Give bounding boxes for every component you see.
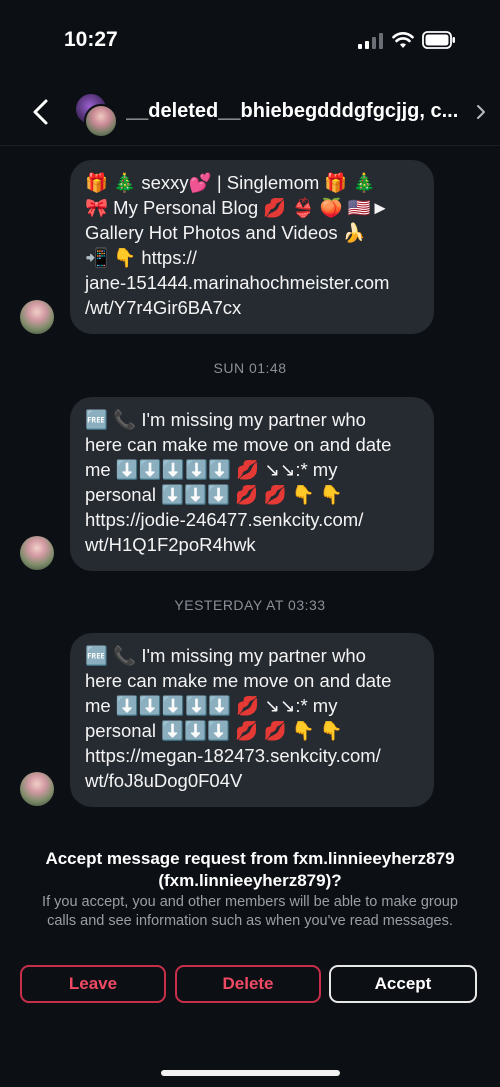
wifi-icon — [392, 32, 414, 48]
chat-header: __deleted__bhiebegdddgfgcjjg, c... — [0, 86, 500, 142]
cellular-signal-icon — [358, 33, 384, 49]
chat-title[interactable]: __deleted__bhiebegdddgfgcjjg, c... — [126, 100, 471, 123]
message-timestamp: YESTERDAY AT 03:33 — [174, 597, 326, 613]
request-title: Accept message request from fxm.linnieey… — [45, 849, 455, 890]
header-divider — [0, 145, 500, 146]
delete-button[interactable]: Delete — [175, 965, 321, 1003]
message-bubble[interactable]: 🆓 📞 I'm missing my partner who here can … — [70, 397, 434, 571]
back-chevron-icon[interactable] — [30, 98, 50, 126]
leave-button[interactable]: Leave — [20, 965, 166, 1003]
group-avatar[interactable] — [74, 92, 118, 138]
message-request-panel: Accept message request from fxm.linnieey… — [0, 826, 500, 1087]
status-bar: 10:27 — [0, 0, 500, 80]
request-description: If you accept, you and other members wil… — [42, 894, 458, 929]
sender-avatar[interactable] — [20, 772, 54, 806]
message-timestamp: SUN 01:48 — [213, 360, 287, 376]
battery-icon — [422, 31, 455, 49]
status-time: 10:27 — [64, 28, 118, 51]
message-bubble[interactable]: 🆓 📞 I'm missing my partner who here can … — [70, 633, 434, 807]
accept-button[interactable]: Accept — [329, 965, 477, 1003]
avatar — [84, 104, 118, 138]
sender-avatar[interactable] — [20, 536, 54, 570]
message-bubble[interactable]: 🎁 🎄 sexxy💕 | Singlemom 🎁 🎄 🎀 My Personal… — [70, 160, 434, 334]
sender-avatar[interactable] — [20, 300, 54, 334]
home-indicator[interactable] — [161, 1070, 340, 1076]
chevron-right-icon[interactable] — [476, 104, 486, 120]
